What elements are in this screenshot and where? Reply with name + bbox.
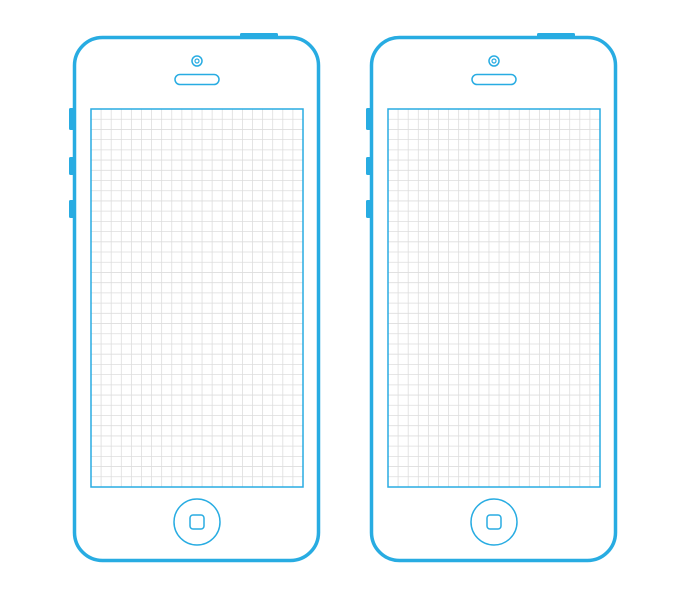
screen-grid (91, 109, 303, 487)
wireframe-canvas (0, 0, 684, 600)
home-button[interactable] (173, 498, 221, 546)
screen (90, 108, 304, 488)
screen (387, 108, 601, 488)
home-square-icon (486, 514, 502, 530)
phone-wireframe-left (69, 33, 321, 563)
camera-lens (491, 58, 497, 64)
camera-icon (488, 55, 500, 67)
phone-wireframe-right (366, 33, 618, 563)
home-button[interactable] (470, 498, 518, 546)
camera-icon (191, 55, 203, 67)
home-square-icon (189, 514, 205, 530)
camera-lens (194, 58, 200, 64)
speaker-slot (174, 73, 220, 86)
speaker-slot (471, 73, 517, 86)
screen-grid (388, 109, 600, 487)
